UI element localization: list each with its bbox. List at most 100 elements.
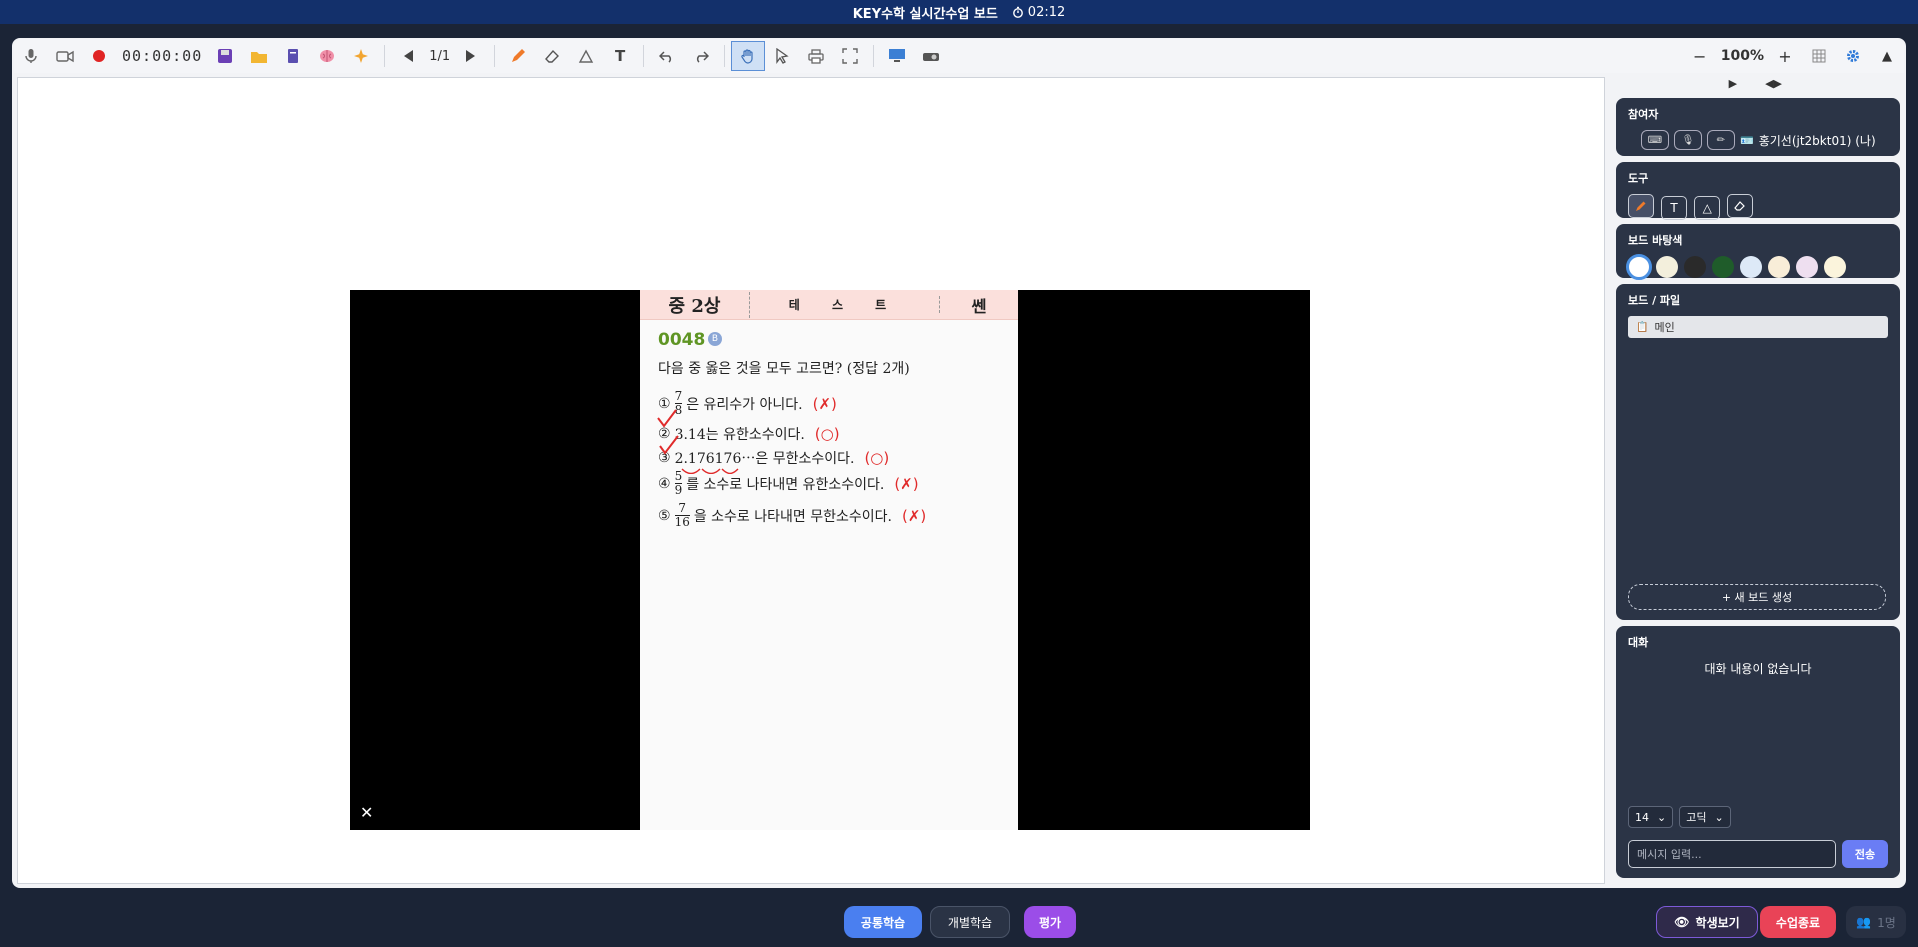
document-viewer[interactable]: 중 2상 테 스 트 쎈 0048 B 다음 중 옳은 것을 모두 고르면? (… (350, 290, 1310, 830)
font-size-select[interactable]: 14 ⌄ (1628, 806, 1674, 828)
microphone-icon[interactable] (14, 41, 48, 71)
chat-message-input[interactable]: 메시지 입력... (1628, 840, 1836, 868)
option-text: 을 소수로 나타내면 무한소수이다. (693, 508, 892, 525)
option-1: ① 78 은 유리수가 아니다. (✗) (658, 390, 837, 417)
pen-icon[interactable] (501, 41, 535, 71)
camera-icon[interactable] (48, 41, 82, 71)
doc-grade: 중 2상 (640, 291, 750, 318)
evaluation-button[interactable]: 평가 (1024, 906, 1076, 938)
monitor-icon[interactable] (880, 41, 914, 71)
option-4: ④ 59 를 소수로 나타내면 유한소수이다. (✗) (658, 470, 919, 497)
undo-icon[interactable] (650, 41, 684, 71)
pen-tool-icon[interactable] (1628, 194, 1654, 218)
next-page-button[interactable] (454, 41, 488, 71)
bg-swatch-white[interactable] (1626, 254, 1652, 280)
pen-permission-icon[interactable]: ✏ (1707, 130, 1735, 150)
bg-swatch-blue[interactable] (1740, 256, 1762, 278)
brain-icon[interactable] (310, 41, 344, 71)
app-title: KEY수학 실시간수업 보드 (852, 6, 998, 22)
keyboard-icon[interactable]: ⌨ (1641, 130, 1669, 150)
board-bg-panel: 보드 바탕색 (1616, 224, 1900, 280)
document-page: 중 2상 테 스 트 쎈 0048 B 다음 중 옳은 것을 모두 고르면? (… (640, 290, 1018, 830)
folder-icon[interactable] (242, 41, 276, 71)
participant-count-value: 1명 (1877, 915, 1896, 930)
pointer-icon[interactable] (765, 41, 799, 71)
fraction: 7 16 (674, 502, 690, 529)
toolbar-divider (873, 45, 875, 67)
session-timer: 02:12 (1012, 5, 1065, 20)
participant-avatar-icon: 🪪 (1740, 133, 1754, 147)
people-icon: 👥 (1856, 915, 1872, 929)
book-icon[interactable] (276, 41, 310, 71)
shape-icon[interactable] (569, 41, 603, 71)
view-students-button[interactable]: 👁 학생보기 (1656, 906, 1758, 938)
close-viewer-button[interactable]: ✕ (360, 803, 373, 822)
record-button[interactable] (82, 41, 116, 71)
common-learning-button[interactable]: 공통학습 (844, 906, 922, 938)
toolbar-divider (494, 45, 496, 67)
underline-annotation (681, 468, 739, 474)
check-mark-icon (659, 435, 679, 455)
shape-tool-icon[interactable]: △ (1694, 196, 1721, 220)
timer-value: 02:12 (1027, 4, 1066, 20)
send-button[interactable]: 전송 (1842, 840, 1888, 868)
collapse-toolbar-button[interactable]: ▲ (1870, 41, 1904, 71)
bg-swatch-black[interactable] (1684, 256, 1706, 278)
participants-panel: 참여자 ⌨ 🎙 ✏ 🪪 홍기선(jt2bkt01) (나) (1616, 98, 1900, 156)
sparkle-icon[interactable] (344, 41, 378, 71)
chat-format-controls: 14 ⌄ 고딕 ⌄ (1628, 806, 1731, 828)
settings-gear-icon[interactable] (1836, 41, 1870, 71)
font-face-select[interactable]: 고딕 ⌄ (1679, 806, 1731, 828)
option-3: ③ 2.176176⋯은 무한소수이다. (○) (658, 448, 889, 468)
zoom-in-button[interactable]: + (1768, 41, 1802, 71)
record-time: 00:00:00 (122, 47, 203, 65)
font-face-value: 고딕 (1686, 811, 1707, 824)
new-board-button[interactable]: + 새 보드 생성 (1628, 584, 1886, 610)
chat-empty-message: 대화 내용이 없습니다 (1704, 662, 1812, 676)
hand-tool-icon[interactable] (731, 41, 766, 71)
eraser-tool-icon[interactable] (1727, 194, 1754, 218)
chevron-down-icon: ⌄ (1657, 810, 1667, 824)
panel-collapse-icon[interactable]: ▶ (1729, 77, 1737, 95)
bg-title: 보드 바탕색 (1628, 234, 1683, 247)
chat-title: 대화 (1628, 636, 1649, 649)
option-2: ② 3.14는 유한소수이다. (○) (658, 424, 840, 444)
individual-learning-button[interactable]: 개별학습 (930, 906, 1010, 938)
redo-icon[interactable] (684, 41, 718, 71)
participant-row: ⌨ 🎙 ✏ 🪪 홍기선(jt2bkt01) (나) (1628, 130, 1888, 150)
chevron-down-icon: ⌄ (1714, 810, 1724, 824)
grid-icon[interactable] (1802, 41, 1836, 71)
handwritten-mark: (✗) (812, 394, 837, 413)
bg-swatch-yellow[interactable] (1824, 256, 1846, 278)
text-tool-icon[interactable]: T (1661, 196, 1688, 220)
save-icon[interactable] (208, 41, 242, 71)
option-number: ⑤ (658, 507, 671, 524)
bg-swatch-cream[interactable] (1656, 256, 1678, 278)
text-tool-icon[interactable]: T (603, 41, 637, 71)
prev-page-button[interactable] (391, 41, 425, 71)
toolbar-divider (724, 45, 726, 67)
document-header: 중 2상 테 스 트 쎈 (640, 290, 1018, 320)
handwritten-mark: (○) (814, 425, 840, 443)
panel-resize-icon[interactable]: ◀▶ (1765, 77, 1782, 95)
toolbar-divider (643, 45, 645, 67)
question-number: 0048 (658, 330, 706, 350)
tools-panel: 도구 T △ (1616, 162, 1900, 220)
print-icon[interactable] (799, 41, 833, 71)
projector-icon[interactable] (914, 41, 948, 71)
fullscreen-icon[interactable] (833, 41, 867, 71)
mic-permission-icon[interactable]: 🎙 (1674, 130, 1702, 150)
zoom-out-button[interactable]: − (1683, 41, 1717, 71)
check-mark-icon (657, 409, 677, 428)
end-class-button[interactable]: 수업종료 (1760, 906, 1836, 938)
eraser-icon[interactable] (535, 41, 569, 71)
eye-icon: 👁 (1674, 915, 1690, 929)
stopwatch-icon (1012, 6, 1023, 18)
whiteboard-canvas[interactable]: 중 2상 테 스 트 쎈 0048 B 다음 중 옳은 것을 모두 고르면? (… (17, 77, 1605, 884)
bg-swatch-green[interactable] (1712, 256, 1734, 278)
bg-swatch-pink[interactable] (1796, 256, 1818, 278)
bg-swatch-beige[interactable] (1768, 256, 1790, 278)
participant-count: 👥 1명 (1846, 906, 1906, 938)
tools-row: T △ (1628, 194, 1888, 220)
board-item-main[interactable]: 📋 메인 (1628, 316, 1888, 338)
